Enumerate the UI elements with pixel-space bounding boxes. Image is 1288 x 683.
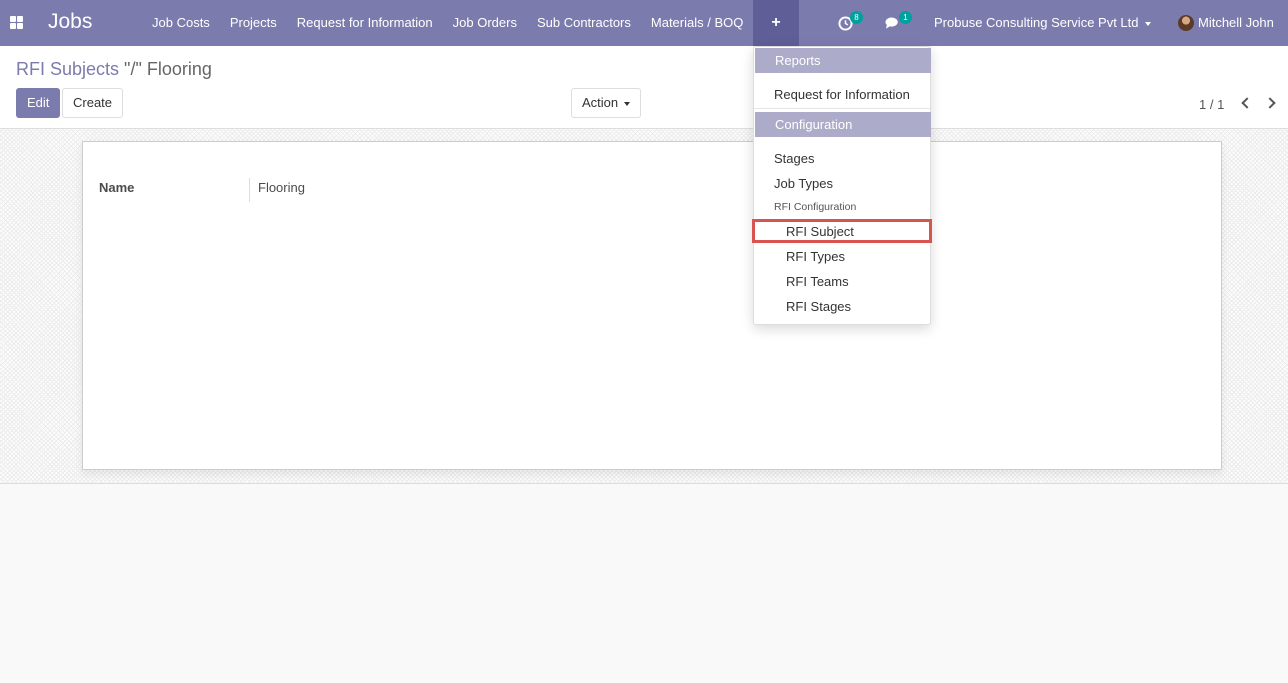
dropdown-item-rfi-teams[interactable]: RFI Teams <box>786 274 849 289</box>
more-menu-plus-icon[interactable]: + <box>753 0 799 46</box>
user-menu[interactable]: Mitchell John <box>1178 0 1274 46</box>
avatar <box>1178 15 1194 31</box>
chevron-left-icon[interactable] <box>1241 97 1253 109</box>
menu-job-costs[interactable]: Job Costs <box>142 0 220 46</box>
top-navbar: Jobs Job Costs Projects Request for Info… <box>0 0 1288 46</box>
user-name: Mitchell John <box>1198 15 1274 30</box>
messages-button[interactable] <box>885 0 902 46</box>
dropdown-header-configuration: Configuration <box>755 112 931 137</box>
field-divider <box>249 178 250 202</box>
edit-button[interactable]: Edit <box>16 88 61 118</box>
menu-projects[interactable]: Projects <box>220 0 287 46</box>
breadcrumb-current: Flooring <box>146 59 212 79</box>
create-button[interactable]: Create <box>62 88 124 118</box>
menu-job-orders[interactable]: Job Orders <box>443 0 527 46</box>
name-value: Flooring <box>258 180 305 195</box>
activity-badge: 8 <box>850 11 863 24</box>
dropdown-item-rfi-stages[interactable]: RFI Stages <box>786 299 851 314</box>
caret-down-icon <box>1144 21 1151 26</box>
menu-materials-boq[interactable]: Materials / BOQ <box>641 0 753 46</box>
action-label: Action <box>582 95 619 110</box>
dropdown-item-request-for-information[interactable]: Request for Information <box>774 87 910 102</box>
control-panel: RFI Subjects "/" Flooring Edit Create Ac… <box>0 46 1288 129</box>
pager-value: 1 / 1 <box>1199 97 1225 112</box>
form-sheet: Name Flooring <box>82 141 1222 470</box>
chevron-right-icon[interactable] <box>1264 97 1276 109</box>
action-button[interactable]: Action <box>571 88 642 118</box>
breadcrumb-separator: "/" <box>119 59 147 79</box>
company-switcher[interactable]: Probuse Consulting Service Pvt Ltd <box>934 0 1151 46</box>
form-background: Name Flooring <box>0 129 1288 484</box>
dropdown-header-reports: Reports <box>755 48 931 73</box>
breadcrumb-rfi-subjects[interactable]: RFI Subjects <box>16 59 119 79</box>
apps-menu-icon[interactable] <box>10 16 23 29</box>
dropdown-divider <box>754 108 930 109</box>
more-menu-dropdown: Reports Request for Information Configur… <box>753 46 931 325</box>
dropdown-item-rfi-types[interactable]: RFI Types <box>786 249 845 264</box>
app-brand[interactable]: Jobs <box>48 10 92 34</box>
caret-down-icon <box>624 101 631 106</box>
dropdown-item-stages[interactable]: Stages <box>774 151 814 166</box>
name-label: Name <box>99 180 135 195</box>
menu-request-for-information[interactable]: Request for Information <box>287 0 443 46</box>
main-menu: Job Costs Projects Request for Informati… <box>142 0 753 46</box>
rfi-subject-highlight-box <box>752 219 932 243</box>
menu-sub-contractors[interactable]: Sub Contractors <box>527 0 641 46</box>
dropdown-section-rfi-configuration: RFI Configuration <box>774 201 857 213</box>
activity-button[interactable] <box>838 0 853 46</box>
breadcrumb: RFI Subjects "/" Flooring <box>16 59 212 80</box>
company-name: Probuse Consulting Service Pvt Ltd <box>934 15 1139 30</box>
messages-badge: 1 <box>899 11 912 24</box>
dropdown-item-job-types[interactable]: Job Types <box>774 176 833 191</box>
